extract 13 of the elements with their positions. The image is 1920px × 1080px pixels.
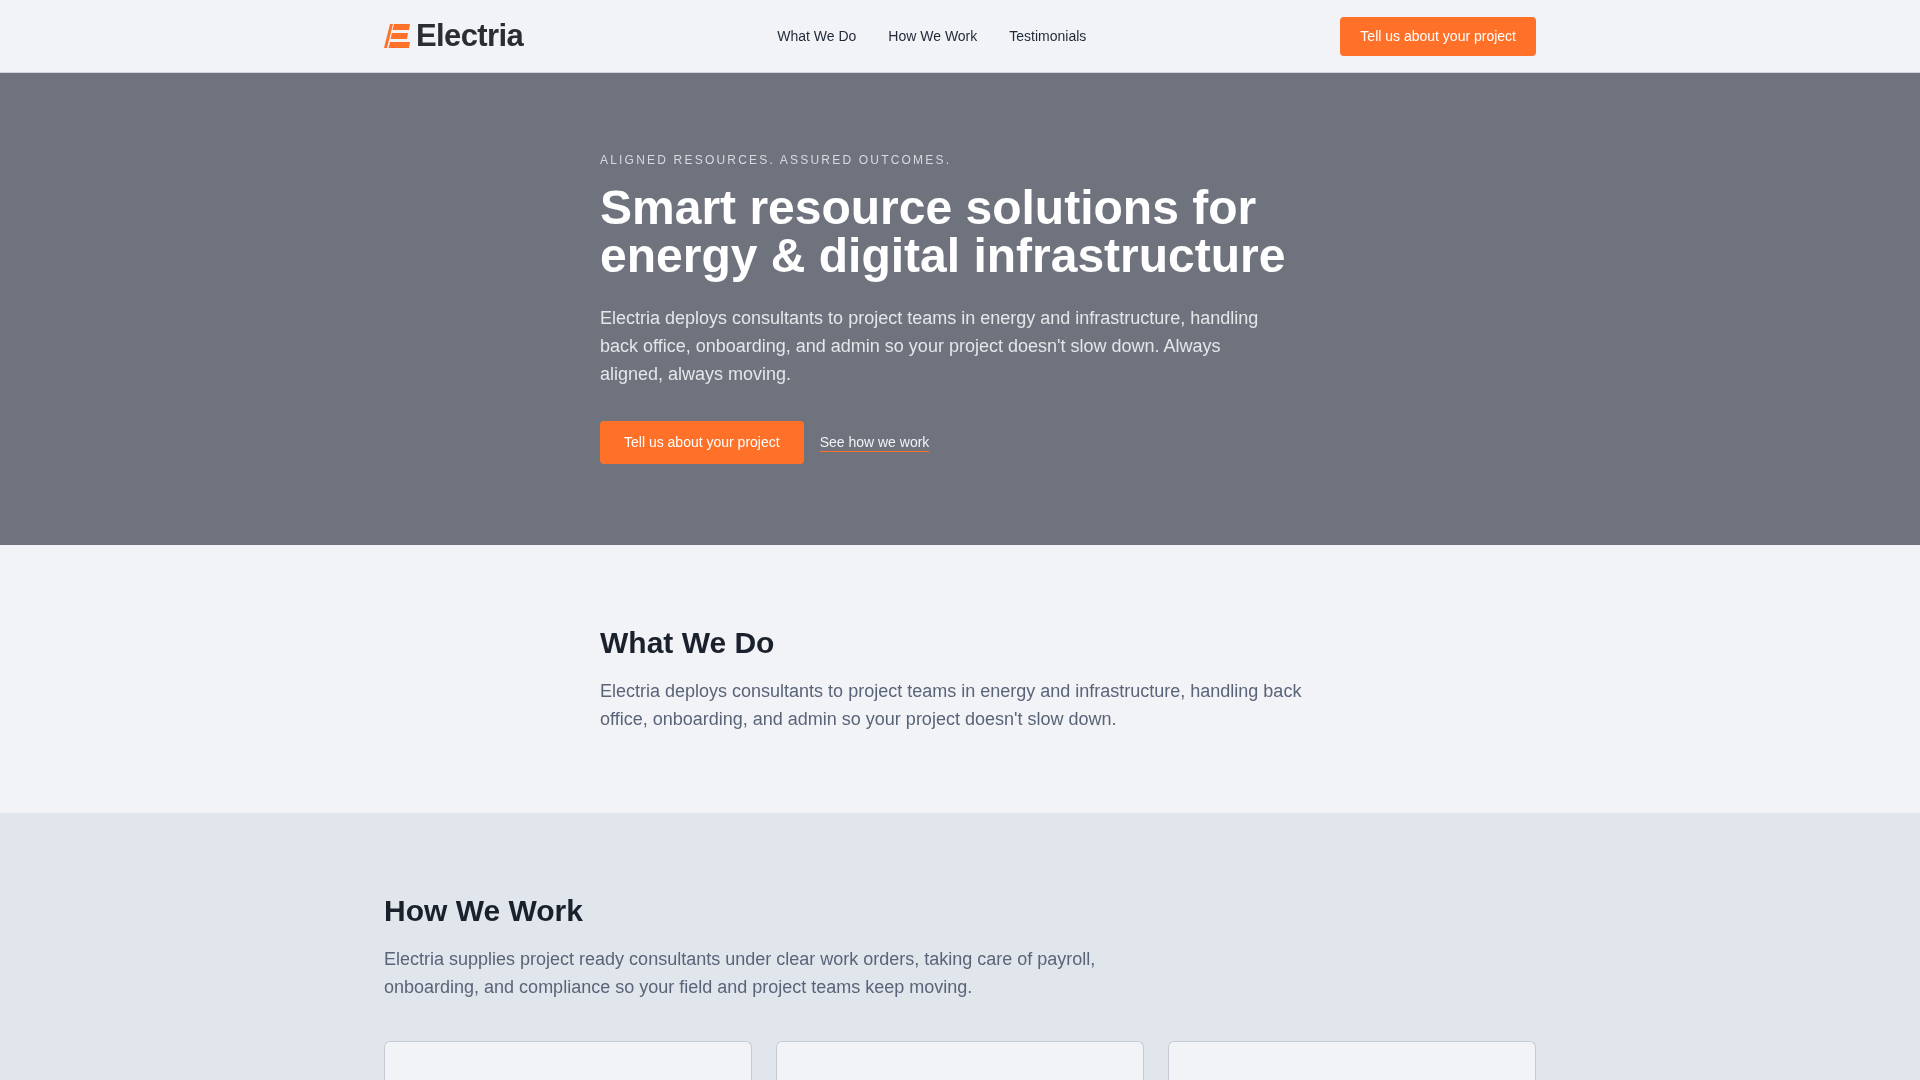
nav-link[interactable]: How We Work — [888, 26, 978, 46]
section-text: Electria supplies project ready consultants under clear work orders, taking care of payroll, onboarding, and compliance so your field and project teams keep moving. — [384, 948, 1097, 999]
brand-name: Electria — [416, 19, 524, 53]
see-how-link[interactable]: See how we work — [819, 433, 930, 452]
nav-link[interactable]: What We Do — [777, 26, 857, 46]
section-title: How We Work — [384, 893, 584, 929]
hero-title: Smart resource solutions for energy & digital infrastructure — [600, 184, 1287, 280]
nav-link[interactable]: Testimonials — [1009, 26, 1087, 46]
logo-icon — [384, 24, 410, 48]
hero-text: Electria deploys consultants to project teams in energy and infrastructure, handling back office, onboarding, and admin so your project doesn't slow down. Always aligned, always moving. — [600, 307, 1260, 386]
section-title: What We Do — [600, 625, 776, 661]
section-text: Electria deploys consultants to project teams in energy and infrastructure, handling back office, onboarding, and admin so your project doesn't slow down. — [600, 680, 1303, 731]
hero-eyebrow: ALIGNED RESOURCES. ASSURED OUTCOMES. — [600, 152, 953, 168]
